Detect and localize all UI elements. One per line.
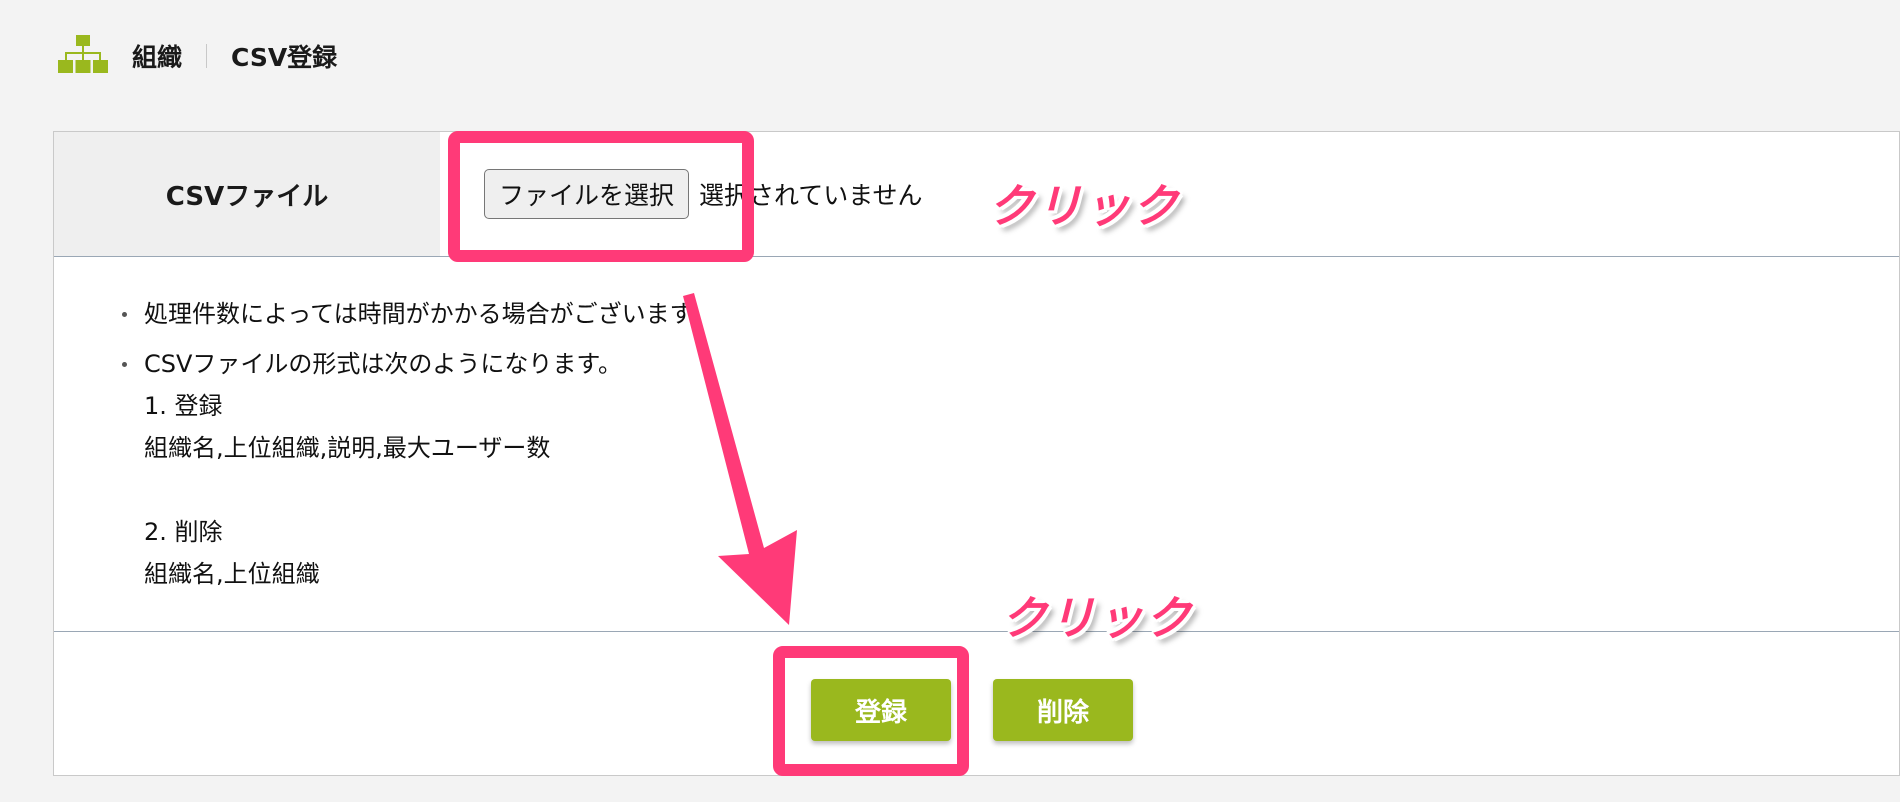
org-chart-icon [58, 35, 108, 73]
file-status-text: 選択されていません [699, 181, 923, 210]
page: 組織 CSV登録 CSVファイル ファイルを選択 選択されていません 処理件数に… [0, 0, 1900, 802]
choose-file-button[interactable]: ファイルを選択 [484, 169, 690, 219]
note-text: CSVファイルの形式は次のようになります。 [144, 350, 623, 378]
page-header: 組織 CSV登録 [58, 34, 337, 78]
note-item: CSVファイルの形式は次のようになります。 1. 登録 組織名,上位組織,説明,… [122, 343, 1899, 595]
breadcrumb-separator [206, 44, 208, 68]
format-register-heading: 1. 登録 [144, 392, 223, 420]
format-register-columns: 組織名,上位組織,説明,最大ユーザー数 [144, 434, 551, 462]
csv-file-label: CSVファイル [165, 181, 329, 212]
format-delete-heading: 2. 削除 [144, 518, 223, 546]
format-delete-columns: 組織名,上位組織 [144, 560, 320, 588]
delete-button[interactable]: 削除 [993, 679, 1133, 741]
register-button[interactable]: 登録 [811, 679, 951, 741]
csv-file-input: ファイルを選択 選択されていません [440, 132, 1899, 256]
notes-list: 処理件数によっては時間がかかる場合がございます。 CSVファイルの形式は次のよう… [122, 293, 1899, 595]
page-title: CSV登録 [231, 43, 338, 72]
breadcrumb-root[interactable]: 組織 [132, 38, 182, 74]
note-text: 処理件数によっては時間がかかる場合がございます。 [144, 300, 716, 328]
csv-notes: 処理件数によっては時間がかかる場合がございます。 CSVファイルの形式は次のよう… [54, 257, 1899, 632]
csv-file-label-cell: CSVファイル [54, 132, 440, 256]
action-bar: 登録 削除 [54, 632, 1899, 777]
note-item: 処理件数によっては時間がかかる場合がございます。 [122, 293, 1899, 335]
csv-file-row: CSVファイル ファイルを選択 選択されていません [54, 132, 1899, 257]
format-spacer [144, 469, 1899, 511]
csv-upload-panel: CSVファイル ファイルを選択 選択されていません 処理件数によっては時間がかか… [53, 131, 1900, 776]
